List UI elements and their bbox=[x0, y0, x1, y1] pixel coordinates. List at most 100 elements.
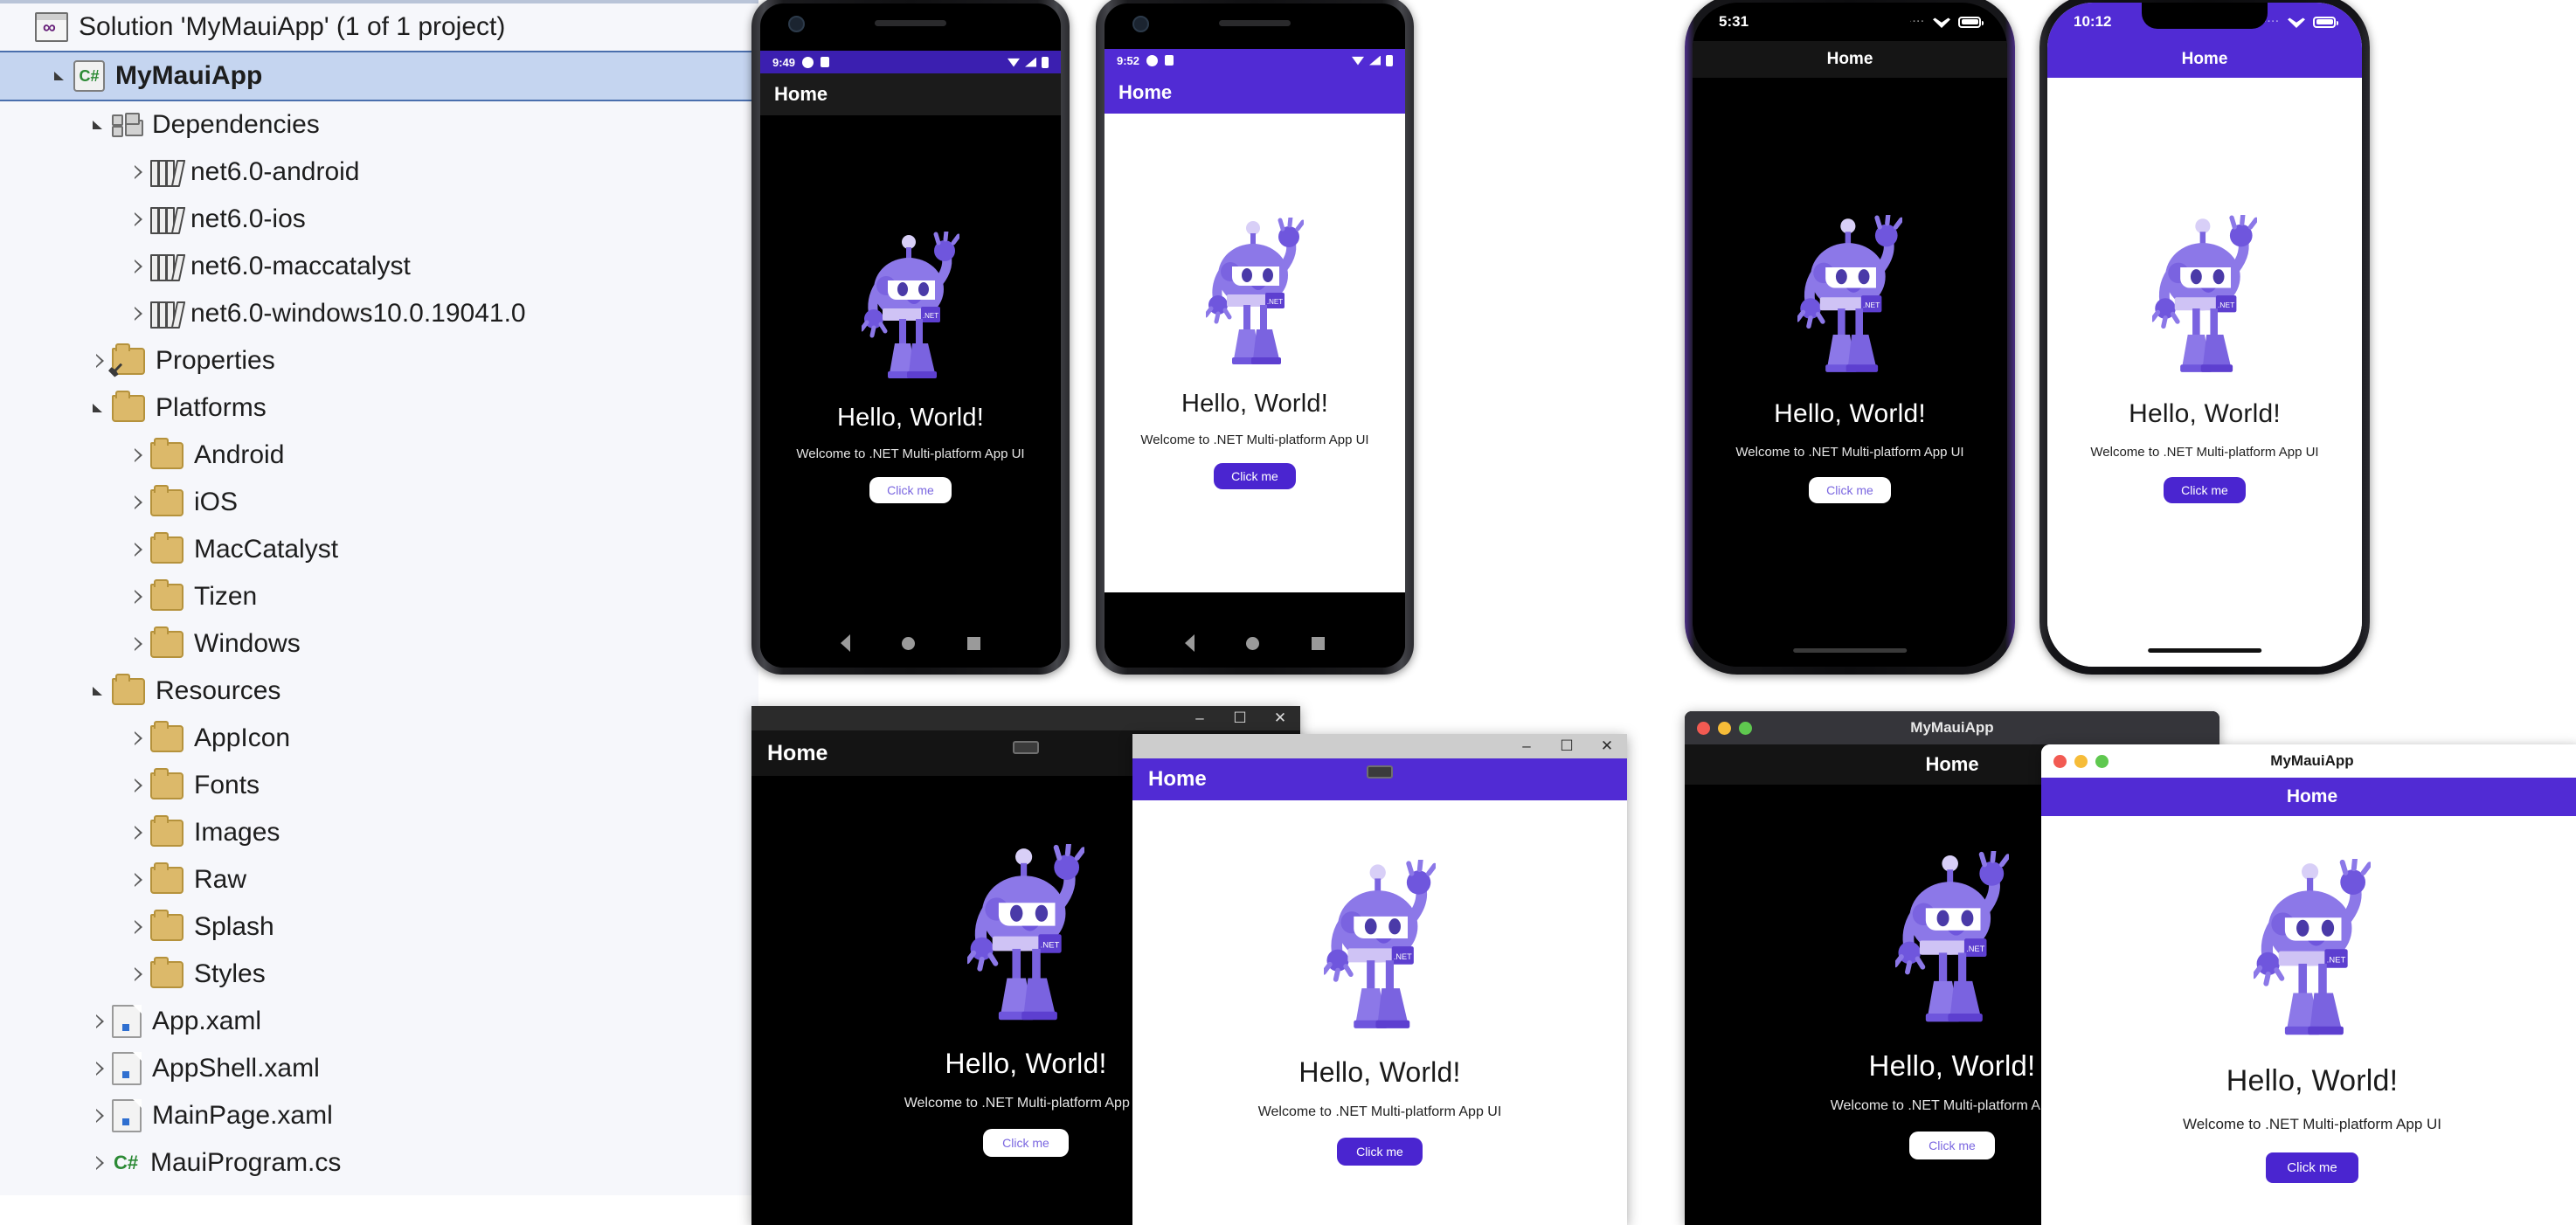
folder-icon bbox=[150, 531, 184, 564]
drag-handle[interactable] bbox=[1367, 765, 1393, 779]
twisty-expanded-icon[interactable] bbox=[89, 680, 112, 702]
click-me-button[interactable]: Click me bbox=[1809, 477, 1891, 503]
twisty-collapsed-icon[interactable] bbox=[89, 1104, 112, 1127]
tree-item[interactable]: net6.0-ios bbox=[0, 196, 758, 243]
twisty-collapsed-icon[interactable] bbox=[128, 633, 150, 655]
tree-item[interactable]: Tizen bbox=[0, 573, 758, 620]
twisty-collapsed-icon[interactable] bbox=[89, 1010, 112, 1033]
tree-item[interactable]: Raw bbox=[0, 856, 758, 903]
twisty-collapsed-icon[interactable] bbox=[128, 538, 150, 561]
tree-item[interactable]: MainPage.xaml bbox=[0, 1092, 758, 1139]
click-me-button[interactable]: Click me bbox=[1337, 1138, 1423, 1166]
solution-explorer-panel[interactable]: Solution 'MyMauiApp' (1 of 1 project) C# M… bbox=[0, 0, 758, 1195]
zoom-icon[interactable] bbox=[1739, 721, 1752, 735]
tree-item[interactable]: Android bbox=[0, 432, 758, 479]
traffic-lights[interactable] bbox=[2053, 754, 2109, 768]
click-me-button[interactable]: Click me bbox=[1214, 462, 1296, 489]
twisty-collapsed-icon[interactable] bbox=[128, 585, 150, 608]
tree-item[interactable]: C# MauiProgram.cs bbox=[0, 1139, 758, 1187]
status-time: 9:49 bbox=[772, 55, 796, 69]
minimize-button[interactable]: – bbox=[1180, 706, 1220, 730]
recents-icon[interactable] bbox=[1312, 636, 1326, 650]
tree-item[interactable]: net6.0-windows10.0.19041.0 bbox=[0, 290, 758, 337]
maximize-button[interactable]: ☐ bbox=[1547, 734, 1587, 758]
drag-handle[interactable] bbox=[1013, 741, 1039, 754]
tree-item[interactable]: Dependencies bbox=[0, 101, 758, 149]
minimize-button[interactable]: – bbox=[1506, 734, 1547, 758]
window-title-bar[interactable]: – ☐ ✕ bbox=[1132, 734, 1627, 758]
tree-item[interactable]: AppShell.xaml bbox=[0, 1045, 758, 1092]
click-me-button[interactable]: Click me bbox=[983, 1129, 1069, 1157]
twisty-collapsed-icon[interactable] bbox=[128, 963, 150, 986]
tree-item[interactable]: iOS bbox=[0, 479, 758, 526]
maui-content: .NET Hello, World! Welcome to .NET Multi… bbox=[1735, 211, 1964, 503]
tree-item[interactable]: MacCatalyst bbox=[0, 526, 758, 573]
folder-icon bbox=[150, 909, 184, 941]
twisty-collapsed-icon[interactable] bbox=[128, 821, 150, 844]
tree-item[interactable]: Images bbox=[0, 809, 758, 856]
click-me-button[interactable]: Click me bbox=[2266, 1152, 2358, 1183]
traffic-lights[interactable] bbox=[1697, 721, 1752, 735]
tree-item[interactable]: Fonts bbox=[0, 762, 758, 809]
tree-item[interactable]: Windows bbox=[0, 620, 758, 668]
tree-item[interactable]: Resources bbox=[0, 668, 758, 715]
back-icon[interactable] bbox=[840, 634, 850, 652]
twisty-collapsed-icon[interactable] bbox=[128, 208, 150, 231]
tree-item-label: Fonts bbox=[194, 771, 260, 799]
android-navigation-bar[interactable] bbox=[760, 619, 1061, 668]
back-icon[interactable] bbox=[1184, 634, 1195, 652]
tree-item[interactable]: AppIcon bbox=[0, 715, 758, 762]
click-me-button[interactable]: Click me bbox=[1909, 1131, 1995, 1159]
click-me-button[interactable]: Click me bbox=[869, 476, 952, 503]
notch bbox=[1787, 3, 1913, 29]
tree-item[interactable]: net6.0-android bbox=[0, 149, 758, 196]
twisty-expanded-icon[interactable] bbox=[89, 397, 112, 419]
tree-item[interactable]: C# MyMauiApp bbox=[0, 51, 758, 101]
window-title-bar[interactable]: MyMauiApp bbox=[2041, 744, 2576, 778]
close-icon[interactable] bbox=[1697, 721, 1710, 735]
minimize-icon[interactable] bbox=[2074, 754, 2088, 768]
twisty-expanded-icon[interactable] bbox=[51, 65, 73, 87]
android-navigation-bar[interactable] bbox=[1104, 619, 1405, 668]
front-camera-icon bbox=[1132, 16, 1149, 32]
twisty-collapsed-icon[interactable] bbox=[89, 1057, 112, 1080]
tree-item[interactable]: net6.0-maccatalyst bbox=[0, 243, 758, 290]
recents-icon[interactable] bbox=[967, 636, 981, 650]
minimize-icon[interactable] bbox=[1718, 721, 1731, 735]
tree-item[interactable]: Styles bbox=[0, 951, 758, 998]
home-icon[interactable] bbox=[1246, 636, 1260, 650]
twisty-collapsed-icon[interactable] bbox=[128, 774, 150, 797]
wifi-icon bbox=[1008, 58, 1020, 67]
twisty-collapsed-icon[interactable] bbox=[128, 255, 150, 278]
twisty-collapsed-icon[interactable] bbox=[128, 916, 150, 938]
window-windows-light[interactable]: – ☐ ✕ Home .NET Hello, World! Welcome to… bbox=[1132, 734, 1627, 1225]
tree-item[interactable]: Solution 'MyMauiApp' (1 of 1 project) bbox=[0, 3, 758, 51]
twisty-collapsed-icon[interactable] bbox=[128, 491, 150, 514]
maximize-button[interactable]: ☐ bbox=[1220, 706, 1260, 730]
tree-item[interactable]: App.xaml bbox=[0, 998, 758, 1045]
click-me-button[interactable]: Click me bbox=[2164, 477, 2246, 503]
tree-item-label: iOS bbox=[194, 488, 239, 516]
window-title-bar[interactable]: – ☐ ✕ bbox=[751, 706, 1300, 730]
tree-item[interactable]: Properties bbox=[0, 337, 758, 384]
twisty-collapsed-icon[interactable] bbox=[128, 161, 150, 183]
zoom-icon[interactable] bbox=[2095, 754, 2109, 768]
tree-item-label: Raw bbox=[194, 865, 247, 894]
window-title-bar[interactable]: MyMauiApp bbox=[1685, 711, 2219, 744]
twisty-collapsed-icon[interactable] bbox=[89, 350, 112, 372]
twisty-collapsed-icon[interactable] bbox=[128, 869, 150, 891]
tree-item[interactable]: Platforms bbox=[0, 384, 758, 432]
twisty-collapsed-icon[interactable] bbox=[128, 727, 150, 750]
close-button[interactable]: ✕ bbox=[1260, 706, 1300, 730]
twisty-collapsed-icon[interactable] bbox=[128, 444, 150, 467]
twisty-expanded-icon[interactable] bbox=[89, 114, 112, 136]
twisty-collapsed-icon[interactable] bbox=[89, 1152, 112, 1174]
window-mac-light[interactable]: MyMauiApp Home .NET Hello, World! Welcom… bbox=[2041, 744, 2576, 1225]
twisty-collapsed-icon[interactable] bbox=[128, 302, 150, 325]
close-icon[interactable] bbox=[2053, 754, 2067, 768]
tree-item[interactable]: Splash bbox=[0, 903, 758, 951]
solution-tree[interactable]: Solution 'MyMauiApp' (1 of 1 project) C# M… bbox=[0, 3, 758, 1187]
close-button[interactable]: ✕ bbox=[1587, 734, 1627, 758]
app-nav-bar: Home bbox=[1693, 41, 2007, 78]
home-icon[interactable] bbox=[902, 636, 916, 650]
